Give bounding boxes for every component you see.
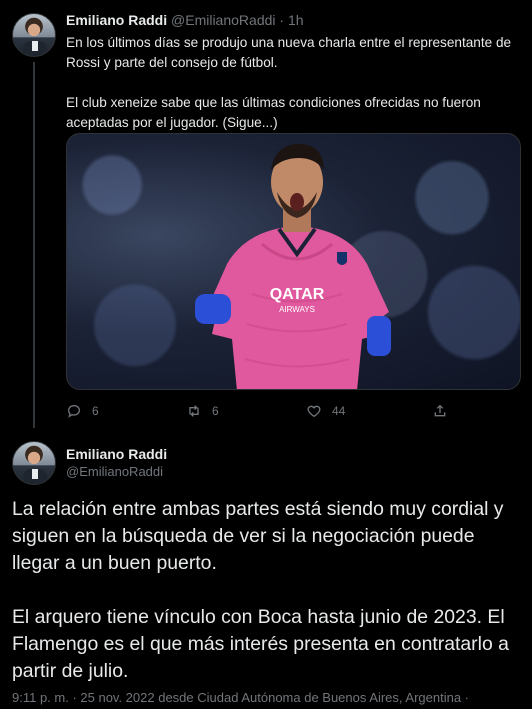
tweet-paragraph: El arquero tiene vínculo con Boca hasta … [12,606,509,682]
jersey-sponsor: QATAR [270,286,325,303]
avatar-collar [32,41,38,51]
tweet-actions: 6 6 44 [66,403,466,421]
tweet-metadata[interactable]: 9:11 p. m. · 25 nov. 2022 desde Ciudad A… [12,690,469,705]
tweet-time[interactable]: 1h [288,12,304,28]
tweet-header: Emiliano Raddi @EmilianoRaddi · 1h [66,12,304,28]
like-count: 44 [332,404,346,418]
retweet-count: 6 [212,404,219,418]
author-handle[interactable]: @EmilianoRaddi [171,12,275,28]
goalkeeper-illustration: QATAR AIRWAYS [195,144,391,389]
tweet-paragraph: En los últimos días se produjo una nueva… [66,35,512,70]
tweet-photo[interactable]: QATAR AIRWAYS [66,133,521,390]
retweet-icon [189,405,199,417]
reply-count: 6 [92,404,99,418]
avatar-collar [32,469,38,479]
heart-icon [307,405,321,418]
tweet-paragraph: El club xeneize sabe que las últimas con… [66,95,481,130]
jersey-sponsor-sub: AIRWAYS [279,305,315,314]
author-name[interactable]: Emiliano Raddi [66,12,167,28]
share-icon [434,404,446,417]
author-avatar[interactable] [12,441,56,485]
author-name[interactable]: Emiliano Raddi [66,446,167,462]
retweet-button[interactable]: 6 [186,403,219,419]
tweet-text: La relación entre ambas partes está sien… [12,496,527,709]
reply-icon [67,404,81,418]
tweet-paragraph: La relación entre ambas partes está sien… [12,498,504,574]
like-button[interactable]: 44 [306,403,345,419]
header-separator: · [275,12,288,28]
author-avatar[interactable] [12,13,56,57]
share-button[interactable] [432,403,448,419]
author-handle[interactable]: @EmilianoRaddi [66,464,163,479]
thread-line [33,62,35,428]
reply-button[interactable]: 6 [66,403,99,419]
